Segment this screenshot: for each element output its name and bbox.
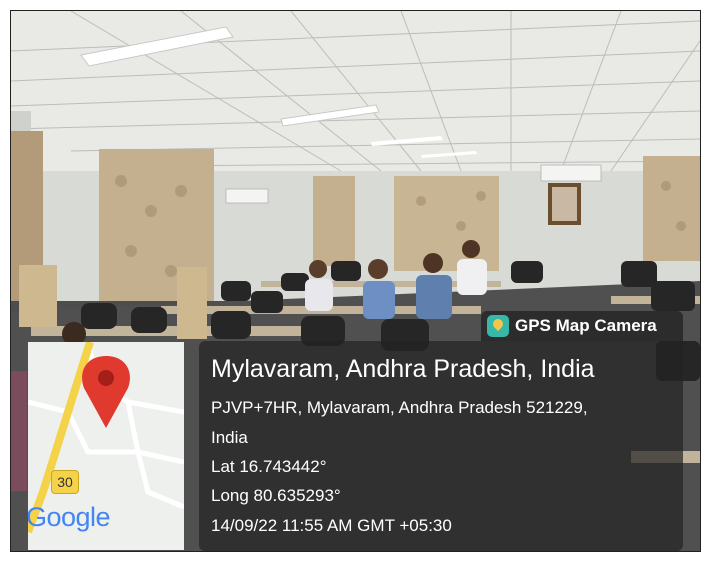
latitude: Lat 16.743442° [211, 457, 327, 476]
gps-map-camera-badge: GPS Map Camera [481, 311, 683, 341]
address-line-2: India [211, 428, 248, 447]
map-thumbnail[interactable]: 30 Google [28, 342, 184, 550]
google-logo: Google [28, 502, 111, 533]
route-shield: 30 [51, 470, 79, 494]
gps-info-panel: Mylavaram, Andhra Pradesh, India PJVP+7H… [199, 341, 683, 551]
google-logo-text: Google [28, 502, 111, 532]
location-title: Mylavaram, Andhra Pradesh, India [211, 355, 595, 383]
longitude: Long 80.635293° [211, 486, 341, 505]
map-pin-camera-icon [487, 315, 509, 337]
photo-frame: 30 Google GPS Map Camera Mylavaram, Andh… [0, 0, 703, 563]
badge-label: GPS Map Camera [515, 316, 657, 335]
timestamp: 14/09/22 11:55 AM GMT +05:30 [211, 516, 452, 535]
address-line-1: PJVP+7HR, Mylavaram, Andhra Pradesh 5212… [211, 398, 588, 417]
